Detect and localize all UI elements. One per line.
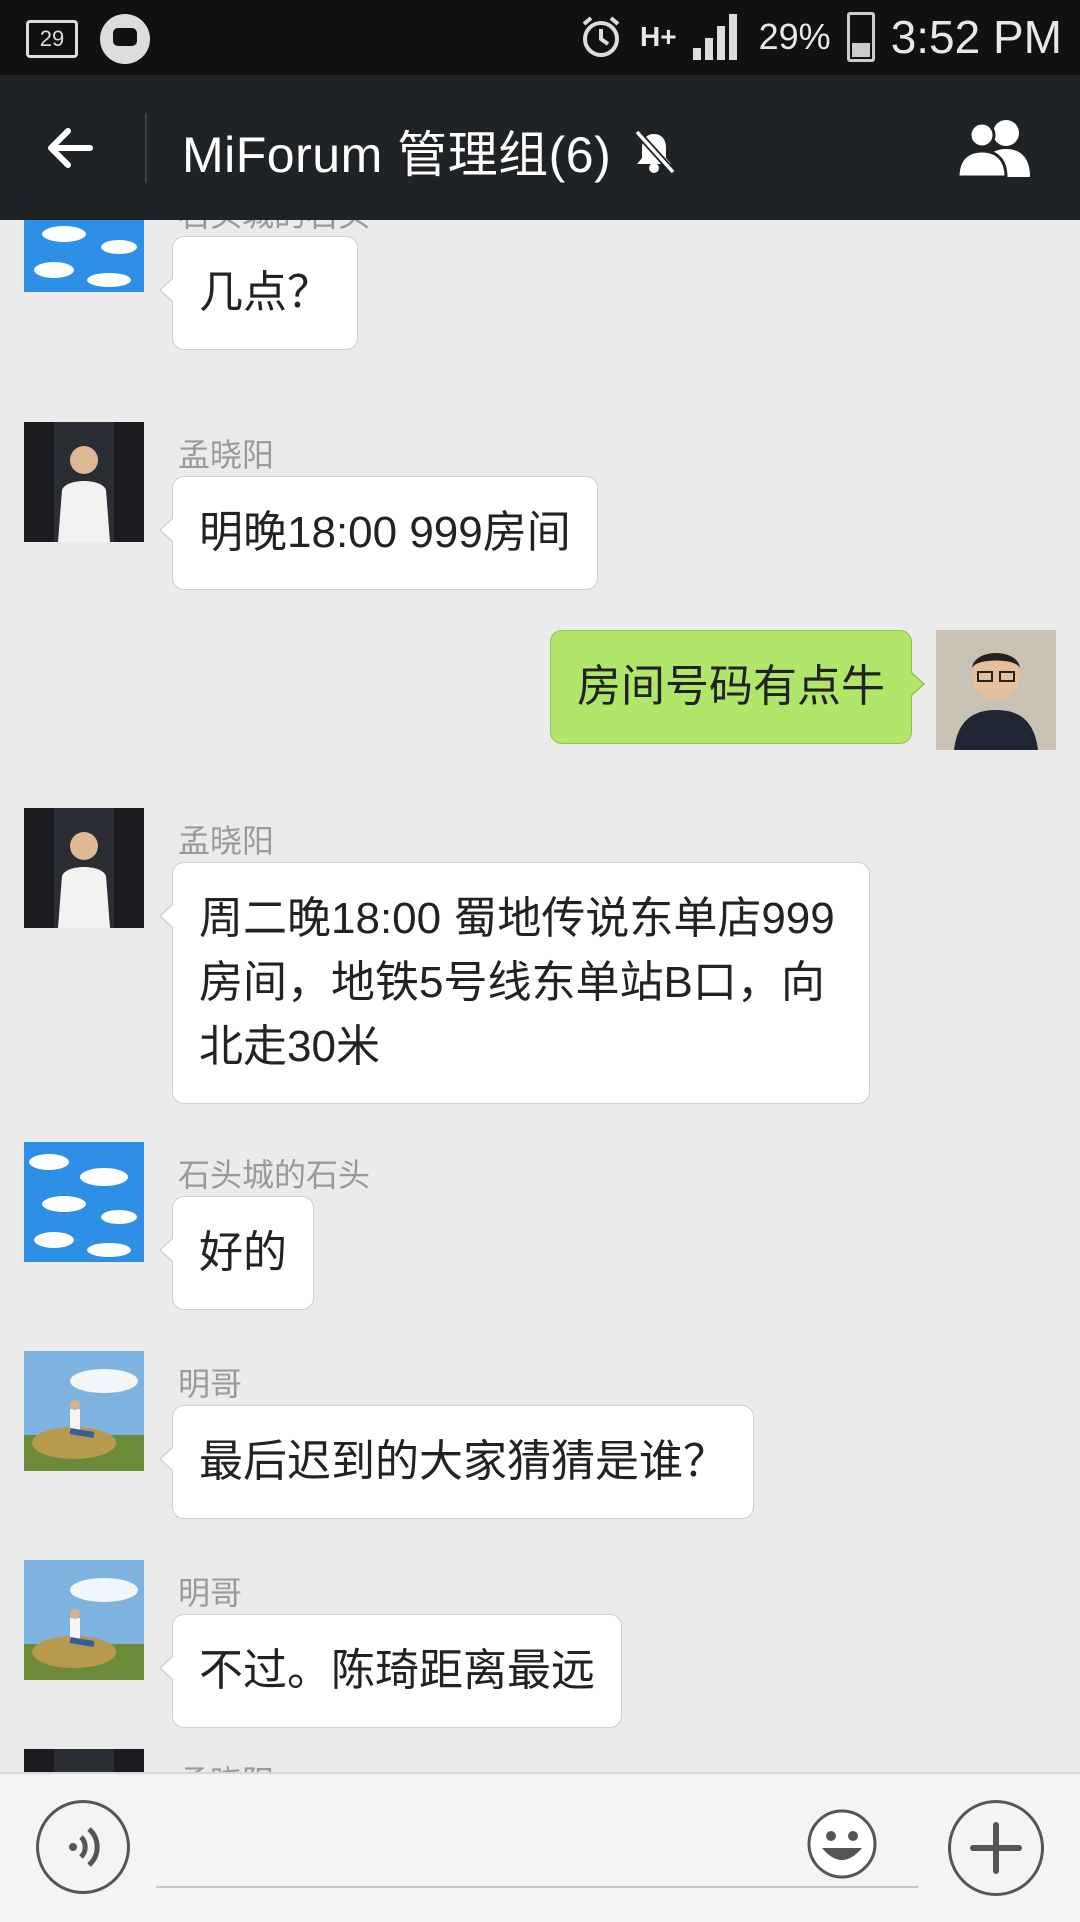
own-message-bubble[interactable]: 房间号码有点牛 [550,630,925,744]
message-bubble[interactable]: 明晚18:00 999房间 [159,476,598,590]
voice-input-button[interactable] [36,1800,130,1894]
network-type-label: H+ [640,21,677,52]
plus-icon [970,1822,1022,1874]
doctor-avatar[interactable] [24,808,144,928]
header-divider [145,113,147,183]
message-input[interactable] [156,1814,918,1888]
battery-percent: 29% [758,16,831,57]
message-bubble[interactable]: 几点？ [159,236,358,350]
sender-name: 孟晓阳 [178,1757,274,1772]
group-members-icon[interactable] [954,117,1038,179]
message-bubble[interactable]: 最后迟到的大家猜猜是谁？ [159,1405,754,1519]
message-bubble[interactable]: 好的 [159,1196,314,1310]
sky-avatar[interactable] [24,220,144,292]
doctor-avatar[interactable] [24,422,144,542]
voice-icon [69,1827,100,1867]
more-options-button[interactable] [948,1800,1044,1896]
input-bar [0,1772,1080,1922]
chat-title: MiForum 管理组(6) [182,127,612,183]
sender-name: 孟晓阳 [178,823,275,859]
field-avatar[interactable] [24,1351,144,1471]
sender-name: 明哥 [178,1366,243,1402]
message-list[interactable]: 石头城的石头 几点？ 孟晓阳 明晚18:00 999房间 房间号码有点牛 [0,220,1080,1772]
message-bubble[interactable]: 不过。陈琦距离最远 [159,1614,622,1728]
sender-name: 石头城的石头 [178,1157,371,1193]
sender-name: 明哥 [178,1575,243,1611]
sender-name: 石头城的石头 [178,220,370,236]
self-avatar[interactable] [936,630,1056,750]
doctor-avatar[interactable] [24,1749,144,1772]
chat-notification-icon [100,14,150,64]
notification-count-icon: 29 [26,20,78,58]
sender-name: 孟晓阳 [178,437,275,473]
emoji-icon[interactable] [806,1808,878,1880]
mute-bell-icon [634,129,676,175]
message-bubble[interactable]: 周二晚18:00 蜀地传说东单店999房间，地铁5号线东单站B口，向北走30米 [159,862,870,1104]
sky-avatar[interactable] [24,1142,144,1262]
clock: 3:52 PM [890,11,1062,63]
status-bar: 29 H+ 29% 3:52 PM [0,0,1080,75]
back-arrow-icon[interactable] [40,117,102,179]
field-avatar[interactable] [24,1560,144,1680]
battery-icon [846,12,875,62]
chat-header: MiForum 管理组(6) [0,75,1080,220]
signal-icon [692,14,743,60]
alarm-icon [582,16,620,57]
header-title-group: MiForum 管理组(6) [182,115,679,187]
